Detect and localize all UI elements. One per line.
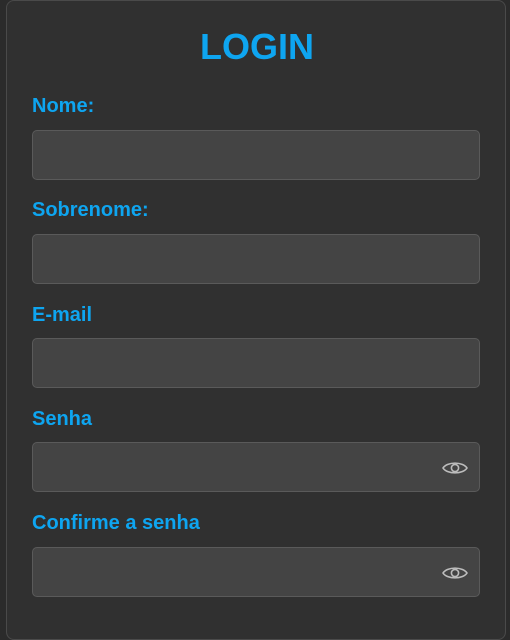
last-name-label: Sobrenome: xyxy=(32,199,149,221)
email-label: E-mail xyxy=(32,304,93,326)
first-name-input[interactable] xyxy=(33,131,479,179)
first-name-label: Nome: xyxy=(32,95,95,117)
email-field-box xyxy=(32,338,480,388)
confirm-password-field-box xyxy=(32,547,480,597)
confirm-password-label: Confirme a senha xyxy=(32,512,200,534)
last-name-input[interactable] xyxy=(33,235,479,283)
first-name-field-box xyxy=(32,130,480,180)
form-title: LOGIN xyxy=(200,26,314,67)
last-name-field-box xyxy=(32,234,480,284)
password-label: Senha xyxy=(32,408,93,430)
password-input[interactable] xyxy=(33,443,479,491)
password-field-box xyxy=(32,442,480,492)
eye-icon[interactable] xyxy=(442,565,468,581)
email-input[interactable] xyxy=(33,339,479,387)
login-card: LOGIN Nome: Sobrenome: E-mail Senha Conf… xyxy=(6,0,506,640)
eye-icon[interactable] xyxy=(442,460,468,476)
confirm-password-input[interactable] xyxy=(33,548,479,596)
